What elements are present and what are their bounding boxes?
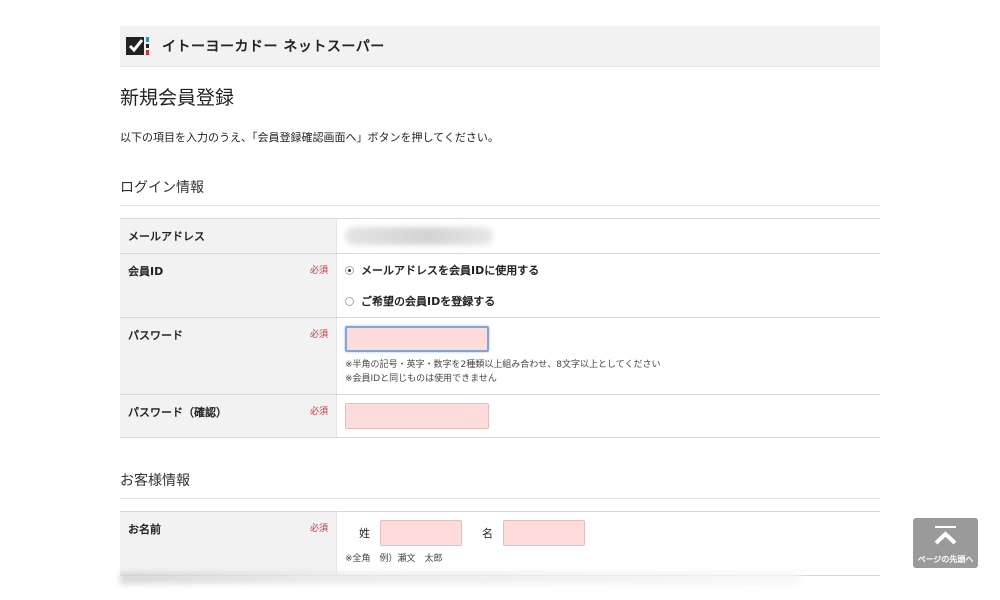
- radio-custom-id[interactable]: ご希望の会員IDを登録する: [345, 293, 880, 309]
- first-name-label: 名: [482, 527, 493, 540]
- name-label: お名前 必須: [120, 511, 337, 576]
- password-cell: ※半角の記号・英字・数字を2種類以上組み合わせ、8文字以上としてください ※会員…: [336, 317, 880, 395]
- back-to-top-bar-icon: [935, 526, 956, 528]
- password-input[interactable]: [345, 326, 489, 352]
- table-row-name: お名前 必須 姓 名 ※全角 例）瀬文 太郎: [120, 511, 880, 576]
- required-badge: 必須: [309, 330, 328, 340]
- radio-use-email-label[interactable]: メールアドレスを会員IDに使用する: [361, 262, 539, 278]
- store-name[interactable]: イトーヨーカドー ネットスーパー: [162, 36, 385, 56]
- required-badge: 必須: [309, 407, 328, 417]
- page-title: 新規会員登録: [120, 87, 235, 109]
- email-label: メールアドレス: [120, 218, 337, 254]
- back-to-top-label: ページの先頭へ: [917, 555, 974, 564]
- next-row-blurred: [120, 572, 800, 584]
- member-id-cell: メールアドレスを会員IDに使用する ご希望の会員IDを登録する: [336, 253, 880, 318]
- password-label: パスワード 必須: [120, 317, 337, 395]
- member-id-label: 会員ID 必須: [120, 253, 337, 318]
- required-badge: 必須: [309, 266, 328, 276]
- page-container: イトーヨーカドー ネットスーパー 新規会員登録 以下の項目を入力のうえ、「会員登…: [120, 26, 880, 576]
- intro-text: 以下の項目を入力のうえ、「会員登録確認画面へ」ボタンを押してください。: [120, 131, 499, 144]
- required-badge: 必須: [309, 524, 328, 534]
- section-title-login: ログイン情報: [120, 177, 880, 206]
- table-row-member-id: 会員ID 必須 メールアドレスを会員IDに使用する ご希望の会員IDを登録する: [120, 253, 880, 318]
- table-row-password: パスワード 必須 ※半角の記号・英字・数字を2種類以上組み合わせ、8文字以上とし…: [120, 317, 880, 395]
- email-value-cell: [336, 218, 880, 254]
- last-name-label: 姓: [359, 527, 370, 540]
- radio-checked-icon[interactable]: [345, 265, 354, 275]
- section-title-customer: お客様情報: [120, 470, 880, 499]
- first-name-input[interactable]: [503, 520, 585, 546]
- name-note: ※全角 例）瀬文 太郎: [345, 554, 443, 564]
- name-inputs: 姓 名: [345, 512, 880, 546]
- customer-form-table: お名前 必須 姓 名 ※全角 例）瀬文 太郎: [120, 511, 880, 576]
- radio-use-email[interactable]: メールアドレスを会員IDに使用する: [345, 262, 880, 278]
- password-note-1: ※半角の記号・英字・数字を2種類以上組み合わせ、8文字以上としてください: [345, 360, 661, 370]
- back-to-top-button[interactable]: ページの先頭へ: [913, 518, 978, 568]
- password-confirm-cell: [336, 394, 880, 438]
- radio-unchecked-icon[interactable]: [345, 296, 354, 306]
- login-form-table: メールアドレス 会員ID 必須 メールアドレスを会員IDに使用する ご希望の会員…: [120, 218, 880, 438]
- password-confirm-label: パスワード（確認） 必須: [120, 394, 337, 438]
- email-value: [345, 227, 493, 245]
- last-name-input[interactable]: [380, 520, 462, 546]
- password-confirm-input[interactable]: [345, 403, 489, 429]
- chevron-up-icon: [934, 531, 957, 545]
- table-row-email: メールアドレス: [120, 218, 880, 254]
- radio-custom-id-label[interactable]: ご希望の会員IDを登録する: [361, 293, 495, 309]
- password-note-2: ※会員IDと同じものは使用できません: [345, 374, 497, 384]
- table-row-password-confirm: パスワード（確認） 必須: [120, 394, 880, 438]
- ito-yokado-logo-icon[interactable]: [126, 35, 156, 57]
- name-cell: 姓 名 ※全角 例）瀬文 太郎: [336, 511, 880, 576]
- site-header: イトーヨーカドー ネットスーパー: [120, 26, 880, 67]
